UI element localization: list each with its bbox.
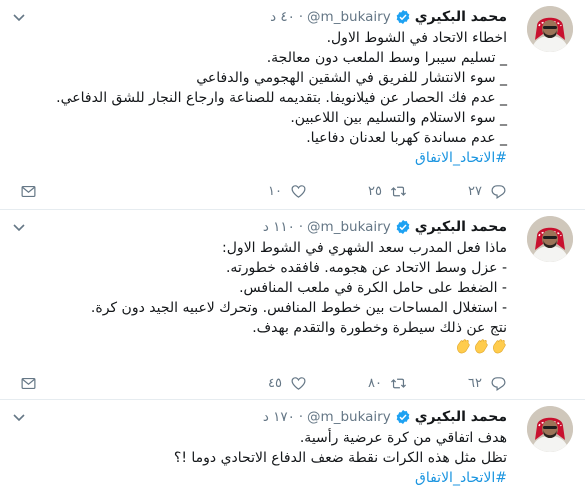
author-name[interactable]: محمد البكيري bbox=[415, 9, 507, 25]
verified-badge-icon bbox=[395, 219, 411, 235]
direct-message-button[interactable] bbox=[12, 375, 37, 392]
chevron-down-icon[interactable] bbox=[12, 410, 26, 424]
author-handle[interactable]: @m_bukairy bbox=[307, 409, 391, 425]
tweet-text-line: - عزل وسط الاتحاد عن هجومه. فافقده خطورت… bbox=[225, 260, 507, 276]
retweet-button[interactable]: ٨٠ bbox=[307, 375, 407, 392]
tweet-text-line: _ تسليم سيبرا وسط الملعب دون معالجة. bbox=[266, 50, 507, 66]
author-handle[interactable]: @m_bukairy bbox=[307, 219, 391, 235]
tweet-card[interactable]: محمد البكيري @m_bukairy · ٤٠ د اخطاء الا… bbox=[0, 0, 585, 210]
tweet-header: محمد البكيري @m_bukairy · ٤٠ د bbox=[12, 6, 507, 28]
tweet-text-line: _ سوء الانتشار للفريق في الشقين الهجومي … bbox=[196, 70, 507, 86]
tweet-actions: ٦٢ ٨٠ ٤٥ bbox=[12, 372, 507, 394]
clapping-hands-icon bbox=[455, 338, 471, 354]
tweet-actions: ٢٧ ٢٥ ١٠ bbox=[12, 180, 507, 202]
author-handle[interactable]: @m_bukairy bbox=[307, 9, 391, 25]
tweet-text-line: _ عدم فك الحصار عن فيلانويفا. بتقديمه لل… bbox=[56, 90, 507, 106]
retweet-count: ٨٠ bbox=[368, 375, 382, 391]
tweet-time[interactable]: ٤٠ د bbox=[270, 9, 295, 25]
separator-dot: · bbox=[298, 219, 304, 235]
like-button[interactable]: ٤٥ bbox=[207, 375, 307, 392]
separator-dot: · bbox=[298, 9, 304, 25]
hashtag-link[interactable]: #الاتحاد_الاتفاق bbox=[12, 468, 507, 488]
retweet-icon bbox=[390, 378, 407, 388]
clapping-hands-icon bbox=[491, 338, 507, 354]
tweet-text: هدف اتفاقي من كرة عرضية رأسية. تظل مثل ه… bbox=[12, 428, 507, 488]
tweet-time[interactable]: ١٧٠ د bbox=[263, 409, 295, 425]
avatar[interactable] bbox=[527, 216, 573, 262]
tweet-text-line: هدف اتفاقي من كرة عرضية رأسية. bbox=[299, 430, 507, 446]
verified-badge-icon bbox=[395, 9, 411, 25]
avatar[interactable] bbox=[527, 406, 573, 452]
retweet-button[interactable]: ٢٥ bbox=[307, 183, 407, 200]
tweet-emoji-line bbox=[12, 338, 507, 360]
envelope-icon bbox=[21, 185, 36, 197]
author-name[interactable]: محمد البكيري bbox=[415, 219, 507, 235]
tweet-text: ماذا فعل المدرب سعد الشهري في الشوط الاو… bbox=[12, 238, 507, 360]
like-button[interactable]: ١٠ bbox=[207, 183, 307, 200]
tweet-text-line: ماذا فعل المدرب سعد الشهري في الشوط الاو… bbox=[222, 240, 507, 256]
chevron-down-icon[interactable] bbox=[12, 10, 26, 24]
reply-count: ٦٢ bbox=[468, 375, 482, 391]
reply-icon bbox=[491, 184, 506, 199]
envelope-icon bbox=[21, 377, 36, 389]
tweet-text-line: _ سوء الاستلام والتسليم بين اللاعبين. bbox=[290, 110, 507, 126]
avatar-image bbox=[527, 406, 573, 452]
clapping-hands-emoji bbox=[455, 338, 507, 354]
avatar-image bbox=[527, 216, 573, 262]
avatar-image bbox=[527, 6, 573, 52]
tweet-text-line: _ عدم مساندة كهربا لعدنان دفاعيا. bbox=[306, 130, 507, 146]
retweet-icon bbox=[390, 186, 407, 196]
tweet-text-line: نتج عن ذلك سيطرة وخطورة والتقدم بهدف. bbox=[252, 320, 507, 336]
hashtag-link[interactable]: #الاتحاد_الاتفاق bbox=[12, 148, 507, 168]
like-count: ٤٥ bbox=[268, 375, 282, 391]
tweet-text-line: تظل مثل هذه الكرات نقطة ضعف الدفاع الاتح… bbox=[173, 450, 507, 466]
retweet-count: ٢٥ bbox=[368, 183, 382, 199]
tweet-text-line: اخطاء الاتحاد في الشوط الاول. bbox=[326, 30, 507, 46]
like-count: ١٠ bbox=[268, 183, 282, 199]
chevron-down-icon[interactable] bbox=[12, 220, 26, 234]
heart-icon bbox=[291, 376, 306, 390]
clapping-hands-icon bbox=[473, 338, 489, 354]
separator-dot: · bbox=[298, 409, 304, 425]
heart-icon bbox=[291, 184, 306, 198]
tweet-header: محمد البكيري @m_bukairy · ١٧٠ د bbox=[12, 406, 507, 428]
verified-badge-icon bbox=[395, 409, 411, 425]
direct-message-button[interactable] bbox=[12, 183, 37, 200]
reply-count: ٢٧ bbox=[468, 183, 482, 199]
author-name[interactable]: محمد البكيري bbox=[415, 409, 507, 425]
tweet-card[interactable]: محمد البكيري @m_bukairy · ١٧٠ د هدف اتفا… bbox=[0, 400, 585, 497]
tweet-header: محمد البكيري @m_bukairy · ١١٠ د bbox=[12, 216, 507, 238]
tweet-time[interactable]: ١١٠ د bbox=[263, 219, 295, 235]
tweet-text-line: - الضغط على حامل الكرة في ملعب المنافس. bbox=[239, 280, 507, 296]
reply-button[interactable]: ٦٢ bbox=[407, 375, 507, 392]
tweet-text: اخطاء الاتحاد في الشوط الاول. _ تسليم سي… bbox=[12, 28, 507, 168]
avatar[interactable] bbox=[527, 6, 573, 52]
tweet-card[interactable]: محمد البكيري @m_bukairy · ١١٠ د ماذا فعل… bbox=[0, 210, 585, 400]
reply-button[interactable]: ٢٧ bbox=[407, 183, 507, 200]
tweet-text-line: - استغلال المساحات بين خطوط المنافس. وتح… bbox=[90, 300, 507, 316]
reply-icon bbox=[491, 376, 506, 391]
